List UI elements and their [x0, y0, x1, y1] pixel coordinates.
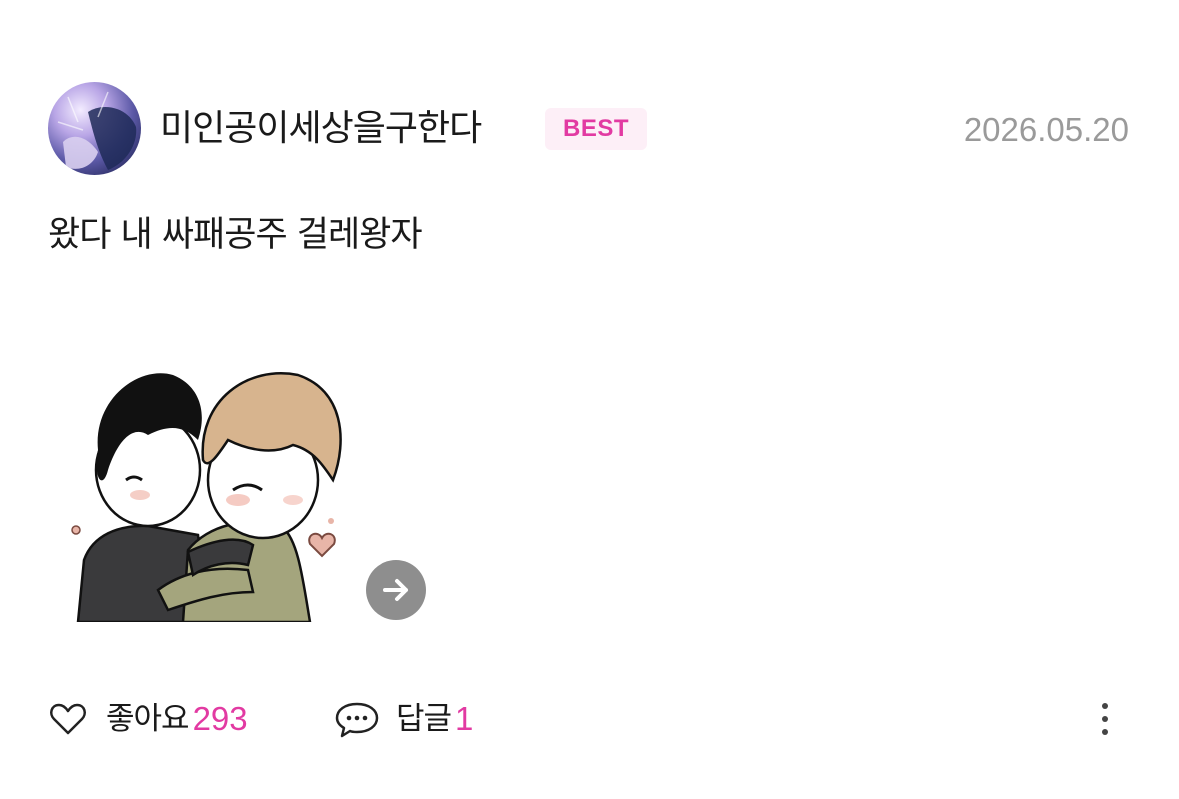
sticker-next-button[interactable]	[366, 560, 426, 620]
author-name[interactable]: 미인공이세상을구한다	[160, 106, 482, 152]
author-avatar[interactable]	[48, 82, 141, 175]
vertical-ellipsis-icon	[1102, 703, 1108, 735]
more-options-button[interactable]	[1093, 698, 1117, 740]
like-button[interactable]: 좋아요 293	[48, 694, 248, 744]
reply-count: 1	[455, 700, 474, 737]
hugging-couple-sticker	[48, 330, 360, 624]
reply-button[interactable]: 답글 1	[334, 694, 473, 744]
like-label: 좋아요	[106, 701, 190, 737]
comment-card: 미인공이세상을구한다 BEST 2026.05.20 왔다 내 싸패공주 걸레왕…	[0, 0, 1179, 799]
best-badge: BEST	[545, 108, 648, 150]
comment-date: 2026.05.20	[963, 111, 1129, 148]
like-count: 293	[192, 700, 248, 737]
comment-text: 왔다 내 싸패공주 걸레왕자	[48, 215, 423, 255]
arrow-right-icon	[383, 579, 408, 601]
reply-label: 답글	[396, 701, 452, 737]
comment-actions: 좋아요 293 답글 1	[48, 694, 1131, 744]
speech-bubble-icon	[335, 702, 379, 738]
heart-outline-icon	[50, 703, 86, 735]
